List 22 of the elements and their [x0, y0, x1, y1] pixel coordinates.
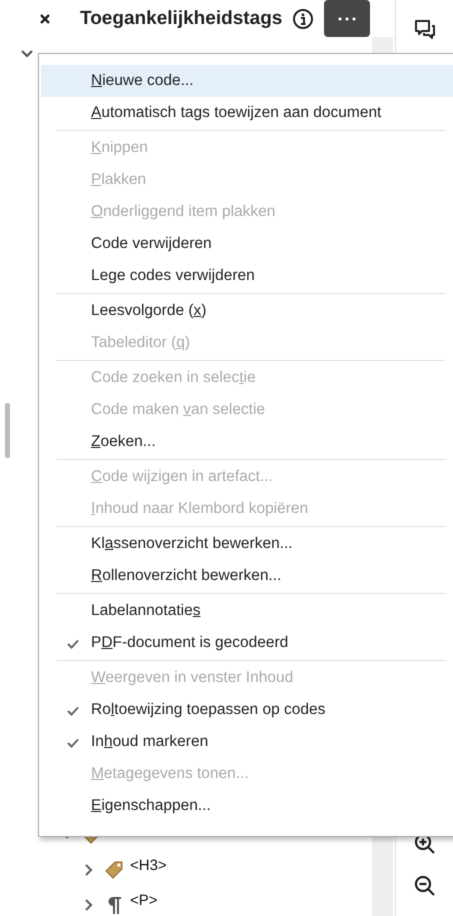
tree-item-label[interactable]: <P>	[130, 892, 158, 909]
menu-item[interactable]: Labelannotaties	[41, 595, 453, 627]
menu-item[interactable]: Nieuwe code...	[41, 65, 453, 97]
zoom-out-icon[interactable]	[412, 874, 436, 898]
menu-item[interactable]: Inhoud markeren	[41, 726, 453, 758]
ellipsis-icon	[337, 16, 358, 20]
tree-item-label[interactable]: <H3>	[130, 857, 167, 874]
menu-item[interactable]: Rollenoverzicht bewerken...	[41, 560, 453, 592]
more-options-button[interactable]	[324, 0, 370, 37]
menu-item[interactable]: PDF-document is gecodeerd	[41, 627, 453, 659]
menu-item[interactable]: Roltoewijzing toepassen op codes	[41, 694, 453, 726]
info-icon[interactable]	[292, 8, 314, 30]
menu-item[interactable]: Automatisch tags toewijzen aan document	[41, 97, 453, 129]
resize-handle[interactable]	[5, 403, 10, 458]
menu-item[interactable]: Lege codes verwijderen	[41, 260, 453, 292]
menu-item[interactable]: Klassenoverzicht bewerken...	[41, 528, 453, 560]
panel-title: Toegankelijkheidstags	[80, 8, 282, 30]
comment-icon[interactable]	[412, 18, 436, 42]
menu-item[interactable]: Eigenschappen...	[41, 790, 453, 822]
menu-item[interactable]: Zoeken...	[41, 426, 453, 458]
menu-item[interactable]: Code verwijderen	[41, 228, 453, 260]
menu-item[interactable]: Leesvolgorde (x)	[41, 295, 453, 327]
